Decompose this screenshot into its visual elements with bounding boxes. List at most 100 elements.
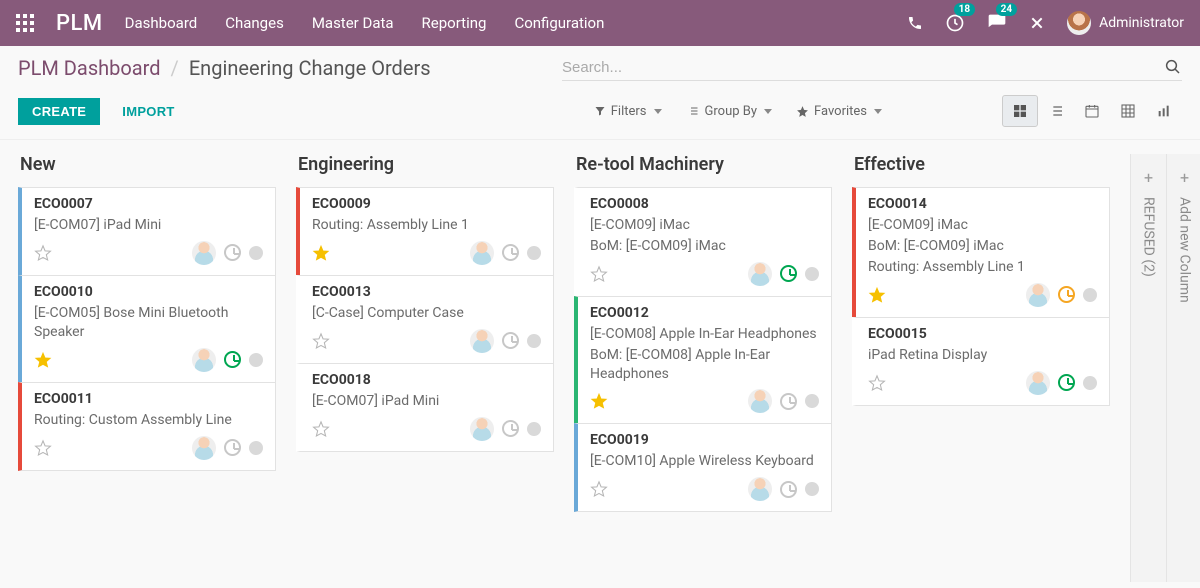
assignee-avatar-icon[interactable] [748, 477, 772, 501]
activity-clock-icon[interactable] [502, 420, 519, 437]
star-toggle[interactable] [34, 439, 52, 457]
activity-clock-icon[interactable] [1058, 374, 1075, 391]
assignee-avatar-icon[interactable] [192, 241, 216, 265]
state-dot-icon[interactable] [527, 246, 541, 260]
kanban-column: Engineering ECO0009 Routing: Assembly Li… [296, 154, 554, 452]
assignee-avatar-icon[interactable] [192, 436, 216, 460]
activity-clock-icon[interactable] [1058, 286, 1075, 303]
view-kanban-button[interactable] [1002, 95, 1038, 127]
state-dot-icon[interactable] [527, 334, 541, 348]
star-toggle[interactable] [312, 420, 330, 438]
activity-clock-icon[interactable] [224, 351, 241, 368]
apps-launcher-icon[interactable] [16, 14, 34, 32]
activity-clock-icon[interactable] [780, 481, 797, 498]
view-switcher [1002, 95, 1182, 127]
menu-master-data[interactable]: Master Data [312, 14, 394, 32]
activities-icon[interactable]: 18 [945, 13, 965, 33]
kanban-card[interactable]: ECO0018 [E-COM07] iPad Mini [296, 363, 554, 452]
assignee-avatar-icon[interactable] [1026, 371, 1050, 395]
activity-clock-icon[interactable] [224, 439, 241, 456]
assignee-avatar-icon[interactable] [1026, 283, 1050, 307]
add-column-label: Add new Column [1177, 197, 1193, 303]
state-dot-icon[interactable] [1083, 288, 1097, 302]
view-list-button[interactable] [1038, 95, 1074, 127]
add-new-column[interactable]: + Add new Column [1166, 154, 1200, 582]
column-title: New [18, 154, 276, 175]
phone-icon[interactable] [907, 15, 923, 31]
state-dot-icon[interactable] [249, 246, 263, 260]
card-line: [E-COM09] iMac [868, 216, 1097, 235]
view-graph-button[interactable] [1146, 95, 1182, 127]
view-pivot-button[interactable] [1110, 95, 1146, 127]
import-button[interactable]: IMPORT [122, 104, 174, 119]
refused-column-collapsed[interactable]: + REFUSED (2) [1130, 154, 1166, 582]
star-toggle[interactable] [312, 244, 330, 262]
list-icon [686, 105, 700, 117]
kanban-card[interactable]: ECO0011 Routing: Custom Assembly Line [18, 382, 276, 471]
card-code: ECO0015 [868, 326, 1097, 342]
assignee-avatar-icon[interactable] [470, 241, 494, 265]
star-toggle[interactable] [590, 265, 608, 283]
favorites-label: Favorites [814, 104, 867, 119]
assignee-avatar-icon[interactable] [470, 329, 494, 353]
star-toggle[interactable] [868, 374, 886, 392]
star-toggle[interactable] [34, 351, 52, 369]
star-toggle[interactable] [312, 332, 330, 350]
user-menu[interactable]: Administrator [1067, 11, 1184, 35]
plus-icon: + [1144, 168, 1153, 187]
breadcrumb-root[interactable]: PLM Dashboard [18, 56, 161, 80]
kanban-card[interactable]: ECO0007 [E-COM07] iPad Mini [18, 187, 276, 276]
kanban-card[interactable]: ECO0014 [E-COM09] iMacBoM: [E-COM09] iMa… [852, 187, 1110, 318]
view-calendar-button[interactable] [1074, 95, 1110, 127]
filters-dropdown[interactable]: Filters [594, 104, 662, 119]
search-icon[interactable] [1164, 58, 1182, 76]
kanban-card[interactable]: ECO0019 [E-COM10] Apple Wireless Keyboar… [574, 423, 832, 512]
state-dot-icon[interactable] [805, 482, 819, 496]
activity-clock-icon[interactable] [780, 393, 797, 410]
state-dot-icon[interactable] [249, 353, 263, 367]
state-dot-icon[interactable] [805, 267, 819, 281]
kanban-card[interactable]: ECO0008 [E-COM09] iMacBoM: [E-COM09] iMa… [574, 187, 832, 297]
assignee-avatar-icon[interactable] [748, 389, 772, 413]
state-dot-icon[interactable] [249, 441, 263, 455]
kanban-card[interactable]: ECO0015 iPad Retina Display [852, 317, 1110, 406]
assignee-avatar-icon[interactable] [192, 348, 216, 372]
card-code: ECO0018 [312, 372, 541, 388]
card-code: ECO0009 [312, 196, 541, 212]
star-toggle[interactable] [868, 286, 886, 304]
card-line: Routing: Assembly Line 1 [868, 258, 1097, 277]
user-name: Administrator [1099, 15, 1184, 31]
kanban-board: New ECO0007 [E-COM07] iPad Mini ECO0010 … [0, 140, 1200, 582]
assignee-avatar-icon[interactable] [748, 262, 772, 286]
kanban-card[interactable]: ECO0013 [C-Case] Computer Case [296, 275, 554, 364]
menu-dashboard[interactable]: Dashboard [125, 14, 198, 32]
star-toggle[interactable] [590, 480, 608, 498]
create-button[interactable]: CREATE [18, 98, 100, 125]
plus-icon: + [1180, 168, 1189, 187]
card-code: ECO0007 [34, 196, 263, 212]
groupby-dropdown[interactable]: Group By [686, 104, 773, 119]
search-input[interactable] [562, 59, 1164, 76]
card-line: [E-COM10] Apple Wireless Keyboard [590, 452, 819, 471]
messages-icon[interactable]: 24 [987, 13, 1007, 33]
state-dot-icon[interactable] [805, 394, 819, 408]
close-icon[interactable] [1029, 15, 1045, 31]
activity-clock-icon[interactable] [502, 332, 519, 349]
menu-configuration[interactable]: Configuration [514, 14, 604, 32]
star-toggle[interactable] [34, 244, 52, 262]
menu-changes[interactable]: Changes [225, 14, 284, 32]
kanban-card[interactable]: ECO0010 [E-COM05] Bose Mini Bluetooth Sp… [18, 275, 276, 383]
card-code: ECO0013 [312, 284, 541, 300]
activity-clock-icon[interactable] [224, 244, 241, 261]
state-dot-icon[interactable] [1083, 376, 1097, 390]
state-dot-icon[interactable] [527, 422, 541, 436]
kanban-card[interactable]: ECO0009 Routing: Assembly Line 1 [296, 187, 554, 276]
activity-clock-icon[interactable] [780, 265, 797, 282]
card-line: [E-COM07] iPad Mini [34, 216, 263, 235]
assignee-avatar-icon[interactable] [470, 417, 494, 441]
kanban-card[interactable]: ECO0012 [E-COM08] Apple In-Ear Headphone… [574, 296, 832, 425]
menu-reporting[interactable]: Reporting [422, 14, 487, 32]
activity-clock-icon[interactable] [502, 244, 519, 261]
star-toggle[interactable] [590, 392, 608, 410]
favorites-dropdown[interactable]: Favorites [796, 104, 882, 119]
